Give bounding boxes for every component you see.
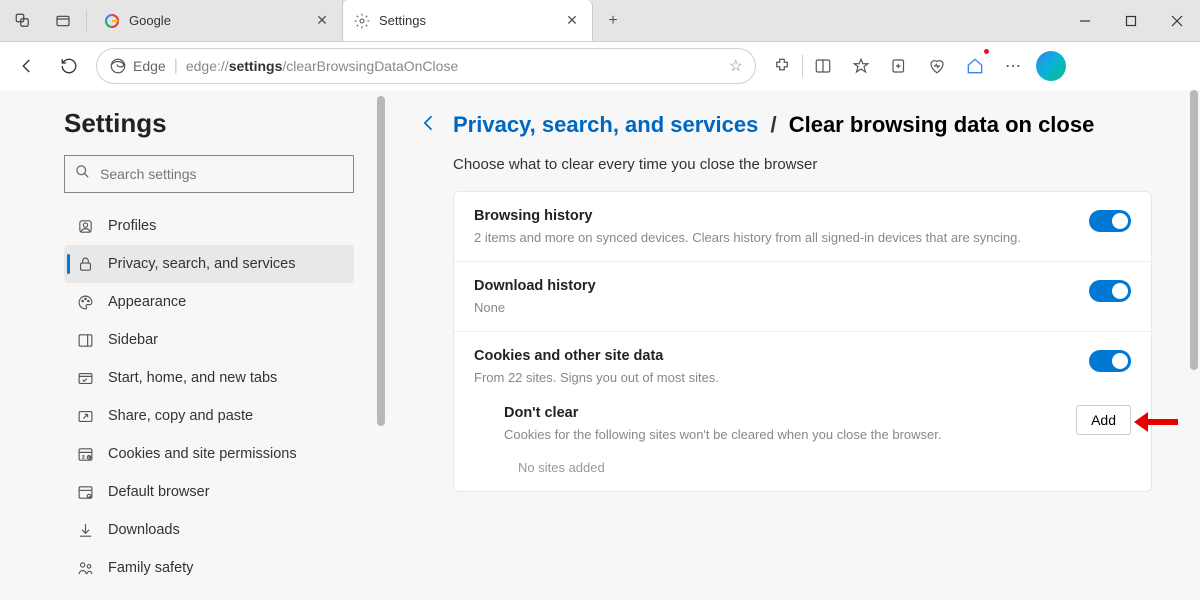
main-scrollbar[interactable] xyxy=(1190,90,1198,370)
page-subheading: Choose what to clear every time you clos… xyxy=(453,156,1152,173)
address-bar[interactable]: Edge | edge://settings/clearBrowsingData… xyxy=(96,48,756,84)
star-icon[interactable]: ☆ xyxy=(729,56,743,76)
workspaces-icon[interactable] xyxy=(6,4,40,38)
tab-label: Settings xyxy=(379,13,554,28)
copilot-button[interactable] xyxy=(1033,47,1069,85)
sidebar-item-appearance[interactable]: Appearance xyxy=(64,283,354,321)
sidebar-item-privacy[interactable]: Privacy, search, and services xyxy=(64,245,354,283)
newtab-icon xyxy=(76,369,94,387)
sidebar-title: Settings xyxy=(64,108,357,139)
cookies-icon xyxy=(76,445,94,463)
sidebar-item-sidebar[interactable]: Sidebar xyxy=(64,321,354,359)
sidebar-scrollbar[interactable] xyxy=(377,96,385,426)
sidebar-item-cookies[interactable]: Cookies and site permissions xyxy=(64,435,354,473)
sidebar-item-share[interactable]: Share, copy and paste xyxy=(64,397,354,435)
hellotech-icon[interactable] xyxy=(957,47,993,85)
lock-icon xyxy=(76,255,94,273)
minimize-button[interactable] xyxy=(1062,0,1108,41)
sidebar-item-start[interactable]: Start, home, and new tabs xyxy=(64,359,354,397)
toggle-download-history[interactable] xyxy=(1089,280,1131,302)
annotation-arrow xyxy=(1130,408,1180,436)
divider xyxy=(86,10,87,32)
clear-data-card: Browsing history 2 items and more on syn… xyxy=(453,191,1152,492)
edge-icon: Edge xyxy=(109,57,166,75)
search-icon xyxy=(75,164,90,184)
row-cookies: Cookies and other site data From 22 site… xyxy=(454,332,1151,395)
favorites-icon[interactable] xyxy=(843,47,879,85)
tab-label: Google xyxy=(129,13,304,28)
breadcrumb-parent-link[interactable]: Privacy, search, and services xyxy=(453,112,758,137)
row-browsing-history: Browsing history 2 items and more on syn… xyxy=(454,192,1151,262)
new-tab-button[interactable]: + xyxy=(593,0,633,41)
download-icon xyxy=(76,521,94,539)
appearance-icon xyxy=(76,293,94,311)
no-sites-text: No sites added xyxy=(454,452,1151,491)
profile-icon xyxy=(76,217,94,235)
add-site-button[interactable]: Add xyxy=(1076,405,1131,435)
tab-settings[interactable]: Settings ✕ xyxy=(343,0,593,41)
sidebar-item-family[interactable]: Family safety xyxy=(64,549,354,587)
row-download-history: Download history None xyxy=(454,262,1151,332)
extensions-icon[interactable] xyxy=(764,47,800,85)
breadcrumb-current: Clear browsing data on close xyxy=(789,112,1095,137)
close-window-button[interactable] xyxy=(1154,0,1200,41)
health-icon[interactable] xyxy=(919,47,955,85)
sidebar-item-profiles[interactable]: Profiles xyxy=(64,207,354,245)
toggle-cookies[interactable] xyxy=(1089,350,1131,372)
family-icon xyxy=(76,559,94,577)
browser-icon xyxy=(76,483,94,501)
close-icon[interactable]: ✕ xyxy=(562,11,582,31)
tab-google[interactable]: Google ✕ xyxy=(93,0,343,41)
breadcrumb-back-button[interactable] xyxy=(419,113,439,138)
toggle-browsing-history[interactable] xyxy=(1089,210,1131,232)
sidebar-item-default-browser[interactable]: Default browser xyxy=(64,473,354,511)
row-dont-clear: Don't clear Cookies for the following si… xyxy=(454,395,1151,452)
more-icon[interactable]: ⋯ xyxy=(995,47,1031,85)
back-button[interactable] xyxy=(8,47,46,85)
refresh-button[interactable] xyxy=(50,47,88,85)
settings-sidebar: Settings Profiles Privacy, search, and s… xyxy=(0,90,385,600)
maximize-button[interactable] xyxy=(1108,0,1154,41)
google-icon xyxy=(103,12,121,30)
collections-icon[interactable] xyxy=(881,47,917,85)
breadcrumb: Privacy, search, and services / Clear br… xyxy=(419,112,1152,138)
settings-main-panel: Privacy, search, and services / Clear br… xyxy=(385,90,1200,600)
search-settings-input[interactable] xyxy=(64,155,354,193)
close-icon[interactable]: ✕ xyxy=(312,11,332,31)
url-text: edge://settings/clearBrowsingDataOnClose xyxy=(186,58,721,74)
share-icon xyxy=(76,407,94,425)
window-titlebar: Google ✕ Settings ✕ + xyxy=(0,0,1200,42)
gear-icon xyxy=(353,12,371,30)
browser-toolbar: Edge | edge://settings/clearBrowsingData… xyxy=(0,42,1200,90)
split-screen-icon[interactable] xyxy=(805,47,841,85)
sidebar-icon xyxy=(76,331,94,349)
tab-actions-icon[interactable] xyxy=(46,4,80,38)
sidebar-item-downloads[interactable]: Downloads xyxy=(64,511,354,549)
